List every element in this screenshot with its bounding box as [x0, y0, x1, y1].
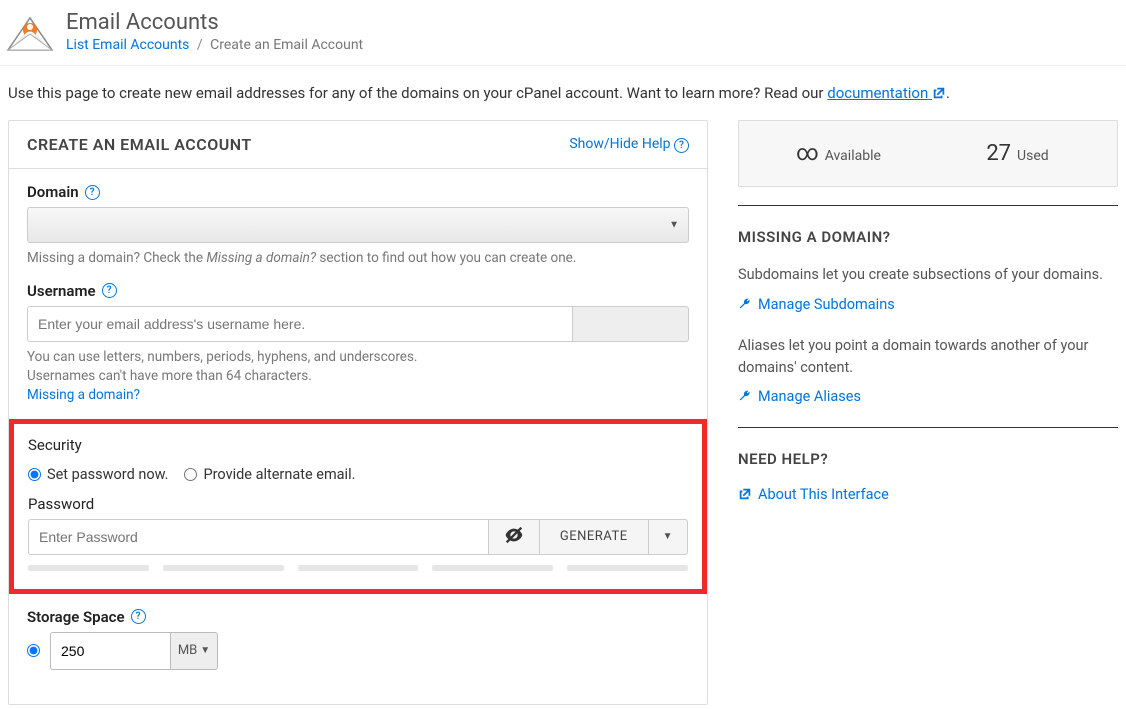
username-input[interactable] [27, 306, 573, 342]
username-domain-addon [573, 306, 689, 342]
wrench-icon [738, 388, 752, 405]
aliases-text: Aliases let you point a domain towards a… [738, 335, 1118, 379]
documentation-link[interactable]: documentation [827, 84, 946, 102]
breadcrumb-list-link[interactable]: List Email Accounts [66, 37, 189, 53]
breadcrumb-current: Create an Email Account [210, 37, 363, 53]
create-panel: CREATE AN EMAIL ACCOUNT Show/Hide Help ?… [8, 120, 708, 705]
stats-box: ∞ Available 27 Used [738, 120, 1118, 187]
need-help-heading: NEED HELP? [738, 450, 1118, 468]
toggle-password-visibility-button[interactable] [488, 519, 539, 555]
storage-label: Storage Space ? [27, 608, 146, 626]
generate-password-options-button[interactable]: ▼ [648, 519, 688, 555]
breadcrumb: List Email Accounts / Create an Email Ac… [66, 37, 363, 53]
intro-text-body: Use this page to create new email addres… [8, 84, 827, 102]
password-label: Password [28, 495, 94, 513]
infinity-icon: ∞ [796, 141, 819, 166]
security-label: Security [28, 436, 82, 454]
external-link-icon [932, 86, 946, 100]
manage-aliases-link[interactable]: Manage Aliases [738, 388, 1118, 405]
manage-subdomains-link[interactable]: Manage Subdomains [738, 296, 1118, 313]
domain-hint: Missing a domain? Check the Missing a do… [27, 249, 689, 268]
eye-off-icon [503, 524, 525, 550]
username-hint: You can use letters, numbers, periods, h… [27, 348, 689, 405]
security-highlight: Security Set password now. Provide alter… [9, 419, 707, 594]
missing-domain-heading: MISSING A DOMAIN? [738, 228, 1118, 246]
help-icon[interactable]: ? [102, 283, 117, 298]
radio-storage-custom[interactable] [27, 644, 40, 657]
breadcrumb-separator: / [197, 37, 203, 53]
intro-text-tail: . [946, 84, 950, 102]
stat-used: 27 Used [928, 141, 1107, 166]
radio-provide-alternate-email-input[interactable] [184, 468, 197, 481]
chevron-down-icon: ▼ [663, 531, 673, 542]
subdomains-text: Subdomains let you create subsections of… [738, 264, 1118, 286]
help-icon: ? [674, 138, 689, 153]
chevron-down-icon: ▼ [200, 645, 210, 656]
domain-group: Domain ? ▼ Missing a domain? Check the M… [27, 183, 689, 268]
missing-domain-link[interactable]: Missing a domain? [27, 387, 140, 403]
page-title: Email Accounts [66, 10, 363, 35]
domain-label: Domain ? [27, 183, 100, 201]
wrench-icon [738, 296, 752, 313]
missing-domain-section: MISSING A DOMAIN? Subdomains let you cre… [738, 205, 1118, 405]
password-input[interactable] [28, 519, 488, 555]
domain-select[interactable] [27, 207, 689, 243]
help-icon[interactable]: ? [85, 185, 100, 200]
intro-text: Use this page to create new email addres… [0, 66, 1126, 116]
stat-available: ∞ Available [749, 141, 928, 166]
email-accounts-icon [6, 12, 54, 52]
storage-group: Storage Space ? MB▼ [27, 608, 689, 670]
show-hide-help[interactable]: Show/Hide Help ? [569, 136, 689, 153]
external-link-icon [738, 486, 752, 503]
radio-set-password-now-input[interactable] [28, 468, 41, 481]
radio-set-password-now[interactable]: Set password now. [28, 466, 168, 483]
username-group: Username ? You can use letters, numbers,… [27, 282, 689, 405]
generate-password-button[interactable]: GENERATE [539, 519, 648, 555]
help-icon[interactable]: ? [131, 609, 146, 624]
panel-heading: CREATE AN EMAIL ACCOUNT [27, 135, 252, 154]
username-label: Username ? [27, 282, 117, 300]
radio-provide-alternate-email[interactable]: Provide alternate email. [184, 466, 355, 483]
page-header: Email Accounts List Email Accounts / Cre… [0, 0, 1126, 66]
password-strength-meter [28, 565, 688, 571]
about-interface-link[interactable]: About This Interface [738, 486, 1118, 503]
need-help-section: NEED HELP? About This Interface [738, 427, 1118, 503]
